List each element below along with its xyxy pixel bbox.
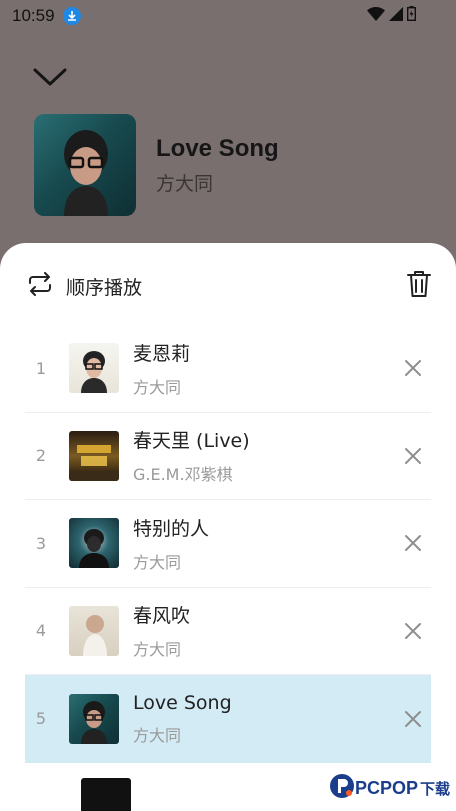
song-thumbnail (69, 693, 119, 744)
watermark-logo: PCPOP 下载 (324, 771, 454, 805)
trash-icon[interactable] (406, 269, 432, 303)
song-artist: 方大同 (133, 552, 182, 572)
song-title: 春天里 (Live) (133, 430, 250, 453)
collapse-button[interactable] (30, 62, 70, 92)
queue-row[interactable]: 1 麦恩莉 方大同 (25, 325, 431, 413)
watermark-suffix: 下载 (419, 779, 450, 798)
now-playing-header: Love Song 方大同 (34, 114, 279, 216)
row-index: 5 (35, 709, 47, 729)
song-thumbnail (69, 430, 119, 481)
battery-icon (406, 6, 416, 25)
song-title: 麦恩莉 (133, 342, 191, 365)
queue-header: 顺序播放 (26, 271, 432, 301)
close-icon[interactable] (401, 444, 425, 468)
queue-row[interactable]: 4 春风吹 方大同 (25, 588, 431, 675)
song-artist: G.E.M.邓紫棋 (133, 465, 233, 485)
row-index: 2 (35, 446, 47, 466)
watermark-text: PCPOP (354, 777, 418, 798)
close-icon[interactable] (401, 356, 425, 380)
queue-row[interactable]: 3 特别的人 方大同 (25, 500, 431, 588)
play-queue-sheet: 顺序播放 1 麦恩莉 方大同 2 春天里 (Live) G.E.M.邓紫棋 3 … (0, 243, 456, 811)
song-thumbnail (81, 778, 131, 811)
pcpop-logo-icon (329, 773, 355, 803)
song-thumbnail (69, 605, 119, 656)
repeat-icon[interactable] (26, 272, 54, 300)
queue-row-current[interactable]: 5 Love Song 方大同 (25, 675, 431, 763)
song-artist: 方大同 (133, 640, 182, 660)
queue-list: 1 麦恩莉 方大同 2 春天里 (Live) G.E.M.邓紫棋 3 特别的人 … (25, 325, 431, 763)
signal-icon (389, 6, 403, 25)
row-index: 4 (35, 621, 47, 641)
song-artist: 方大同 (133, 377, 182, 397)
close-icon[interactable] (401, 619, 425, 643)
song-title: Love Song (133, 691, 232, 714)
song-title: 春风吹 (133, 605, 191, 628)
now-playing-title: Love Song (156, 134, 279, 162)
album-cover (34, 114, 136, 216)
row-index: 3 (35, 533, 47, 553)
download-icon (62, 7, 81, 25)
close-icon[interactable] (401, 531, 425, 555)
queue-row[interactable]: 2 春天里 (Live) G.E.M.邓紫棋 (25, 413, 431, 500)
song-artist: 方大同 (133, 725, 182, 745)
close-icon[interactable] (401, 707, 425, 731)
status-bar: 10:59 (0, 0, 456, 32)
play-mode-label[interactable]: 顺序播放 (66, 273, 142, 300)
song-thumbnail (69, 518, 119, 569)
wifi-icon (367, 6, 385, 25)
status-time: 10:59 (12, 6, 55, 25)
row-index: 1 (35, 358, 47, 378)
song-title: 特别的人 (133, 517, 210, 540)
now-playing-artist: 方大同 (156, 172, 214, 195)
chevron-down-icon (30, 68, 70, 96)
song-thumbnail (69, 343, 119, 394)
